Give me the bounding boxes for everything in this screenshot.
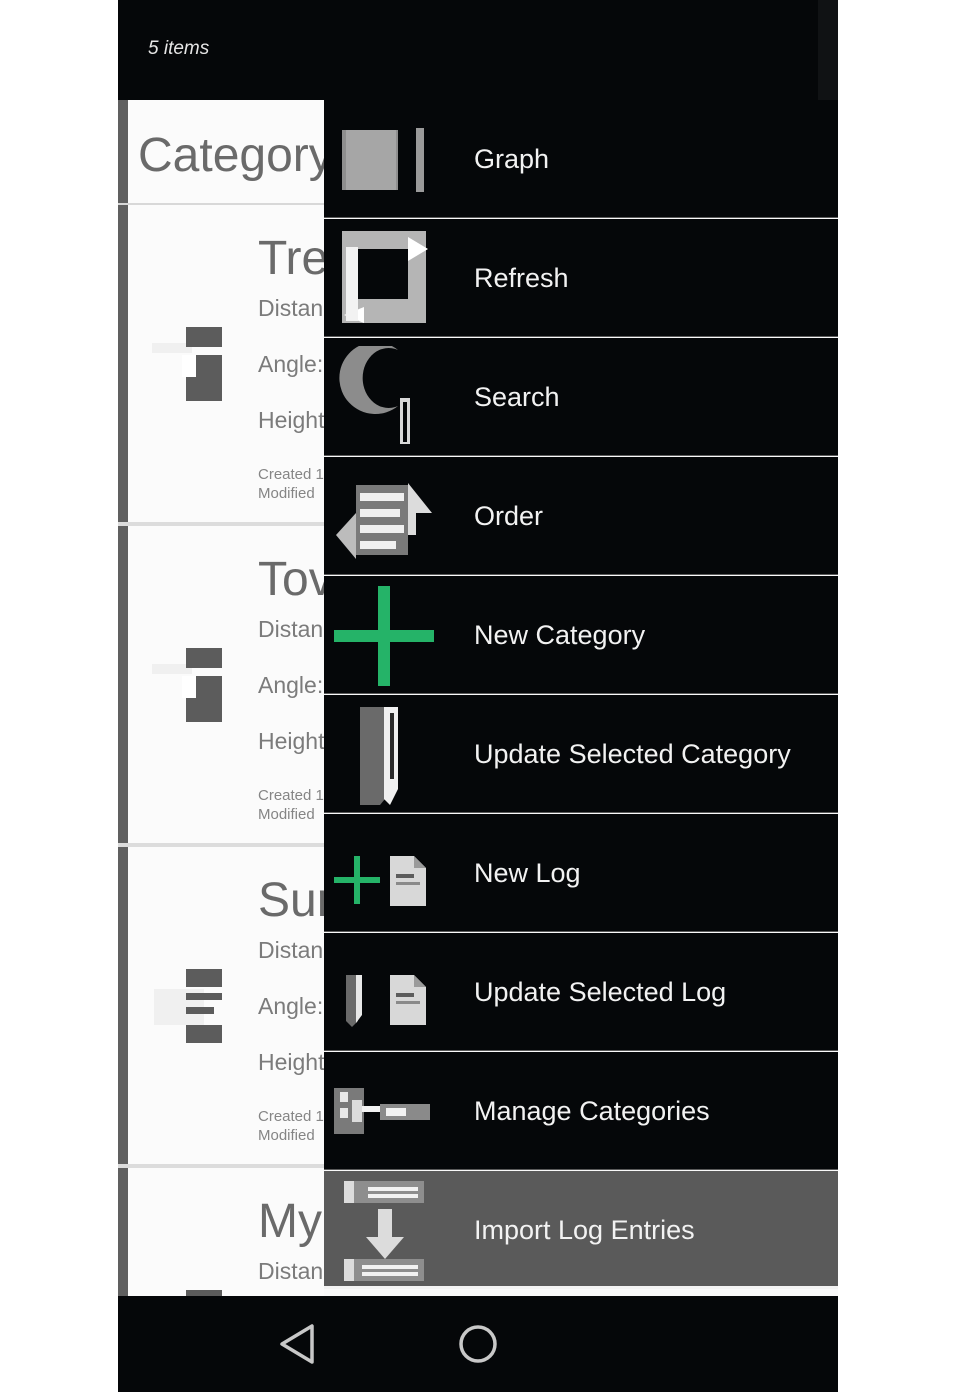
search-icon bbox=[332, 342, 436, 450]
row-name: Tre bbox=[258, 232, 324, 285]
row-created: Created 1 bbox=[258, 466, 324, 483]
menu-item-import-log-entries[interactable]: Import Log Entries bbox=[324, 1171, 838, 1289]
menu-item-label: Refresh bbox=[474, 263, 569, 293]
menu-item-label: Search bbox=[474, 382, 560, 412]
row-angle: Angle: bbox=[258, 993, 324, 1019]
menu-item-label: Order bbox=[474, 501, 544, 531]
menu-item-update-selected-category[interactable]: Update Selected Category bbox=[324, 695, 838, 813]
menu-item-label: Import Log Entries bbox=[474, 1215, 695, 1245]
category-header: Category bbox=[118, 100, 324, 204]
item-count: 5 items bbox=[148, 38, 210, 59]
plus-icon bbox=[332, 584, 436, 688]
row-modified: Modified bbox=[258, 485, 315, 502]
stand-icon bbox=[152, 646, 242, 726]
menu-item-label: Graph bbox=[474, 144, 550, 174]
row-name: My bbox=[258, 1195, 322, 1248]
category-header-label: Category bbox=[138, 129, 324, 182]
system-nav-bar bbox=[118, 1296, 838, 1392]
row-distance: Distan bbox=[258, 295, 324, 321]
row-height: Height bbox=[258, 728, 324, 754]
back-icon[interactable] bbox=[274, 1320, 322, 1368]
app-screen: 5 items Category Tre Distan Angle: Heigh… bbox=[118, 0, 838, 1392]
menu-item-graph[interactable]: Graph bbox=[324, 100, 838, 218]
menu-item-label: Update Selected Category bbox=[474, 739, 791, 769]
order-icon bbox=[332, 465, 436, 569]
menu-item-order[interactable]: Order bbox=[324, 457, 838, 575]
row-name: Tov bbox=[258, 553, 324, 606]
menu-item-label: New Category bbox=[474, 620, 646, 650]
row-angle: Angle: bbox=[258, 351, 324, 377]
list-item[interactable]: Sur Distan Angle: Height Created 1 Modif… bbox=[118, 847, 324, 1164]
graph-icon bbox=[332, 108, 436, 212]
row-distance: Distan bbox=[258, 1258, 324, 1284]
scroll-indicator bbox=[818, 0, 838, 100]
menu-item-label: Update Selected Log bbox=[474, 977, 727, 1007]
menu-item-label: New Log bbox=[474, 858, 581, 888]
stand-icon bbox=[152, 325, 242, 405]
menu-item-new-category[interactable]: New Category bbox=[324, 576, 838, 694]
row-height: Height bbox=[258, 407, 324, 433]
row-name: Sur bbox=[258, 874, 324, 927]
menu-item-label: Manage Categories bbox=[474, 1096, 710, 1126]
action-bar: 5 items bbox=[118, 0, 838, 100]
row-created: Created 1 bbox=[258, 1108, 324, 1125]
list-bars-icon bbox=[152, 967, 242, 1047]
menu-item-new-log[interactable]: New Log bbox=[324, 814, 838, 932]
menu-item-update-selected-log[interactable]: Update Selected Log bbox=[324, 933, 838, 1051]
list-item[interactable]: Tre Distan Angle: Height Created 1 Modif… bbox=[118, 205, 324, 522]
row-angle: Angle: bbox=[258, 672, 324, 698]
manage-icon bbox=[332, 1060, 436, 1164]
list-item[interactable]: Tov Distan Angle: Height Created 1 Modif… bbox=[118, 526, 324, 843]
menu-item-search[interactable]: Search bbox=[324, 338, 838, 456]
row-created: Created 1 bbox=[258, 787, 324, 804]
import-icon bbox=[332, 1179, 436, 1283]
home-icon[interactable] bbox=[454, 1320, 502, 1368]
stand-icon bbox=[152, 1288, 242, 1296]
row-distance: Distan bbox=[258, 937, 324, 963]
pencil-icon bbox=[332, 703, 436, 807]
edit-log-icon bbox=[332, 941, 436, 1045]
refresh-icon bbox=[332, 227, 436, 331]
row-modified: Modified bbox=[258, 806, 315, 823]
menu-item-manage-categories[interactable]: Manage Categories bbox=[324, 1052, 838, 1170]
row-height: Height bbox=[258, 1049, 324, 1075]
menu-item-refresh[interactable]: Refresh bbox=[324, 219, 838, 337]
row-modified: Modified bbox=[258, 1127, 315, 1144]
list-item[interactable]: My Distan bbox=[118, 1168, 324, 1296]
new-log-icon bbox=[332, 822, 436, 926]
row-distance: Distan bbox=[258, 616, 324, 642]
